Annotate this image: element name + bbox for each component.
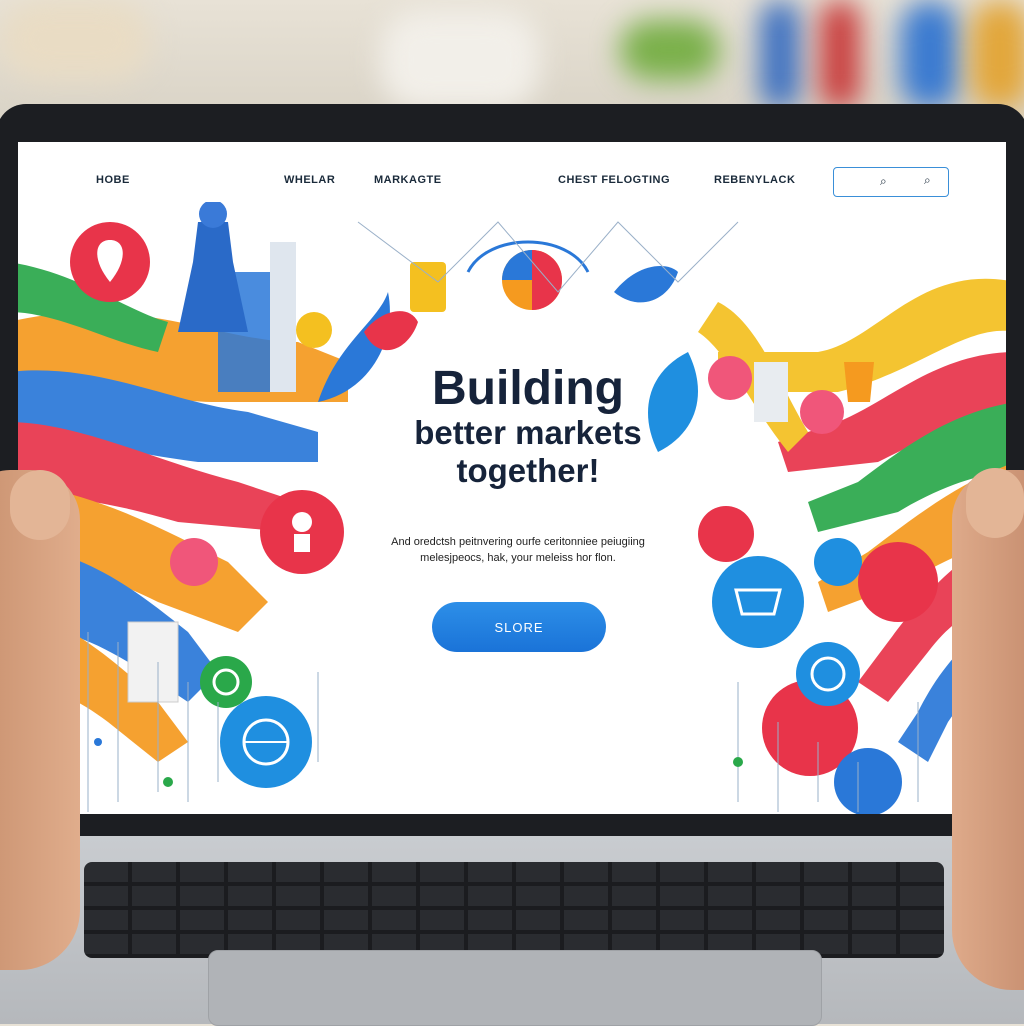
cart-icon <box>712 556 804 648</box>
search-input[interactable]: ⌕ ⌕ <box>833 167 949 197</box>
top-nav: HOBE WHELAR MARKAGTE CHEST FELOGTING REB… <box>18 142 1006 208</box>
hero-subtitle: And oredctsh peitnvering ourfe ceritonni… <box>348 534 688 566</box>
trackpad[interactable] <box>208 950 822 1026</box>
left-hand <box>0 470 80 970</box>
search-icon[interactable]: ⌕ <box>880 174 887 189</box>
nav-item-chest-felogting[interactable]: CHEST FELOGTING <box>558 174 670 186</box>
hero-illustration <box>18 202 1006 814</box>
hero-title-line1: Building <box>432 362 624 415</box>
left-thumb <box>10 470 70 540</box>
hero-subtitle-line1: And oredctsh peitnvering ourfe ceritonni… <box>391 536 645 548</box>
hero-subtitle-line2: melesjpeocs, hak, your meleiss hor flon. <box>420 552 616 564</box>
right-thumb <box>966 468 1024 538</box>
hero-title-line2: better markets <box>414 414 642 451</box>
cta-button[interactable]: SLORE <box>432 602 606 652</box>
search-icon[interactable]: ⌕ <box>924 173 931 188</box>
keyboard <box>84 862 944 958</box>
top-emblem <box>364 240 678 351</box>
hero-heading: Building better markets together! <box>358 364 698 490</box>
hero-title-line3: together! <box>456 452 600 489</box>
nav-item-rebenylack[interactable]: REBENYLACK <box>714 174 795 186</box>
browser-screen: HOBE WHELAR MARKAGTE CHEST FELOGTING REB… <box>18 142 1006 814</box>
right-hand <box>952 470 1024 990</box>
nav-item-markagte[interactable]: MARKAGTE <box>374 174 442 186</box>
nav-item-home[interactable]: HOBE <box>96 174 130 186</box>
nav-item-whelar[interactable]: WHELAR <box>284 174 335 186</box>
